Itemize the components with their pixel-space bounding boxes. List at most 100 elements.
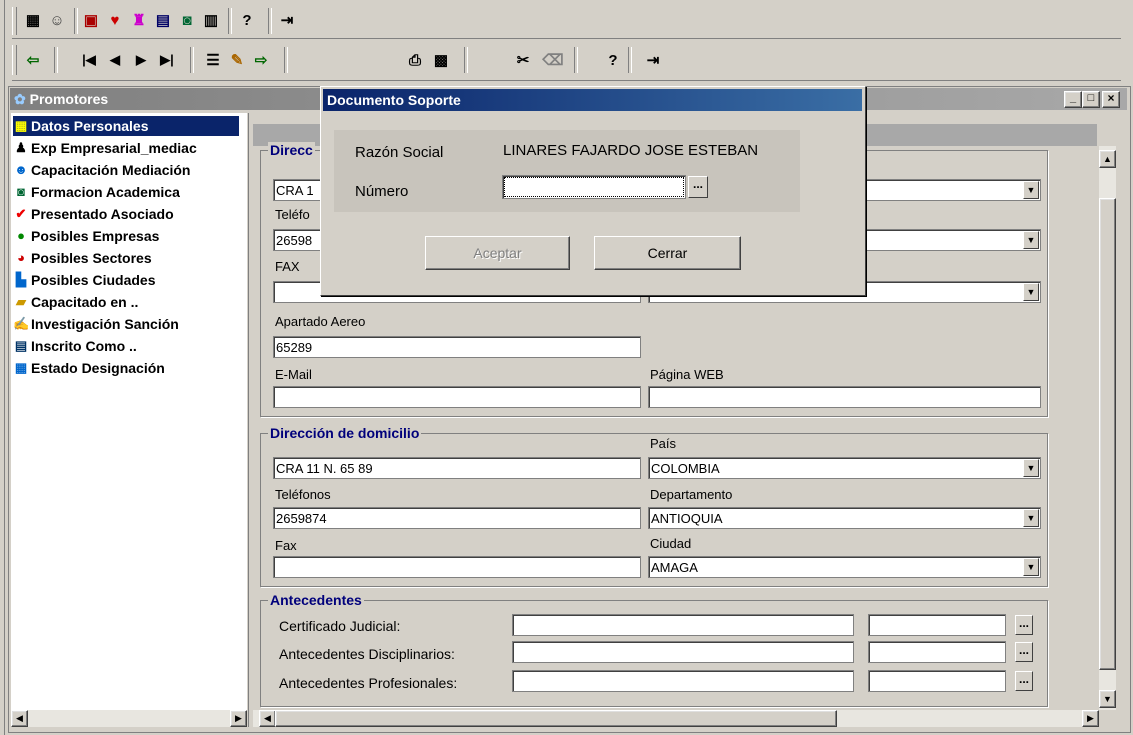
email-label: E-Mail	[275, 367, 312, 382]
minimize-button[interactable]: _	[1064, 91, 1082, 108]
person-icon[interactable]: ☺	[46, 9, 68, 31]
chevron-down-icon[interactable]: ▼	[1023, 459, 1039, 477]
nav-item-label: Posibles Ciudades	[31, 272, 156, 288]
card-icon: ▤	[14, 338, 28, 353]
grid-icon[interactable]: ▦	[22, 9, 44, 31]
next-record-icon[interactable]: ▶	[130, 49, 152, 71]
razon-social-value: LINARES FAJARDO JOSE ESTEBAN	[503, 142, 759, 159]
disciplinary-label: Antecedentes Disciplinarios:	[279, 646, 455, 662]
cut-icon[interactable]: ✂	[512, 49, 534, 71]
scroll-right-icon[interactable]: ▶	[230, 710, 247, 727]
judicial-cert-label: Certificado Judicial:	[279, 618, 401, 634]
web-input[interactable]	[648, 386, 1041, 408]
dialog-title: Documento Soporte	[327, 92, 461, 108]
home-address-input[interactable]: CRA 11 N. 65 89	[273, 457, 641, 479]
nav-item-presentado-asociado[interactable]: ✔ Presentado Asociado	[13, 204, 174, 224]
chevron-down-icon[interactable]: ▼	[1023, 558, 1039, 576]
mask-icon[interactable]: ♥	[104, 9, 126, 31]
chevron-down-icon[interactable]: ▼	[1023, 231, 1039, 249]
city-icon: ▙	[16, 272, 26, 287]
disciplinary-input[interactable]	[512, 641, 854, 663]
close-window-button[interactable]: ×	[1102, 91, 1120, 108]
nav-item-capacitado-en[interactable]: ▰ Capacitado en ..	[13, 292, 138, 312]
scroll-left-icon[interactable]: ◀	[259, 710, 276, 727]
home-dept-label: Departamento	[650, 487, 733, 502]
list-icon[interactable]: ☰	[202, 49, 224, 71]
background-group-title: Antecedentes	[268, 592, 364, 608]
nav-item-label: Presentado Asociado	[31, 206, 174, 222]
disciplinary-date-input[interactable]	[868, 641, 1006, 663]
trophy-icon[interactable]: ♜	[128, 9, 150, 31]
home-fax-input[interactable]	[273, 556, 641, 578]
nav-item-datos-personales[interactable]: ▦ Datos Personales	[13, 116, 239, 136]
nav-item-exp-empresarial[interactable]: ♟ Exp Empresarial_mediac	[13, 138, 197, 158]
nav-item-label: Capacitación Mediación	[31, 162, 191, 178]
professional-input[interactable]	[512, 670, 854, 692]
home-phones-input[interactable]: 2659874	[273, 507, 641, 529]
exit-icon[interactable]: ⇥	[642, 49, 664, 71]
edit-icon[interactable]: ✎	[226, 49, 248, 71]
print-icon[interactable]: ⎙	[404, 49, 426, 71]
help-icon[interactable]: ?	[602, 49, 624, 71]
aceptar-button[interactable]: Aceptar	[425, 236, 570, 270]
home-city-label: Ciudad	[650, 536, 692, 551]
scroll-left-icon[interactable]: ◀	[11, 710, 28, 727]
form-horizontal-scrollbar[interactable]: ◀ ▶	[253, 710, 1099, 727]
book-icon[interactable]: ◙	[176, 9, 198, 31]
numero-input[interactable]	[502, 175, 686, 199]
judicial-cert-date-input[interactable]	[868, 614, 1006, 636]
chevron-down-icon[interactable]: ▼	[1023, 181, 1039, 199]
professional-browse-button[interactable]: ...	[1015, 671, 1033, 691]
toolbar-separator	[54, 47, 58, 73]
email-input[interactable]	[273, 386, 641, 408]
app-frame	[0, 0, 5, 735]
home-city-value: AMAGA	[651, 560, 698, 575]
professional-date-input[interactable]	[868, 670, 1006, 692]
nav-item-label: Estado Designación	[31, 360, 165, 376]
nav-item-formacion-academica[interactable]: ◙ Formacion Academica	[13, 182, 180, 202]
disciplinary-browse-button[interactable]: ...	[1015, 642, 1033, 662]
chevron-down-icon[interactable]: ▼	[1023, 283, 1039, 301]
enter-icon[interactable]: ⇨	[250, 49, 272, 71]
judicial-cert-input[interactable]	[512, 614, 854, 636]
notepad-icon: ✍	[13, 316, 30, 331]
chevron-down-icon[interactable]: ▼	[1023, 509, 1039, 527]
toolbar-navigation: ⇦ |◀ ◀ ▶ ▶| ☰ ✎ ⇨ ⎙ ▩ ✂ ⌫ ? ⇥	[12, 40, 1121, 81]
nav-horizontal-scrollbar[interactable]: ◀ ▶	[11, 710, 247, 727]
toolbar-grip[interactable]	[12, 45, 17, 75]
nav-item-inscrito-como[interactable]: ▤ Inscrito Como ..	[13, 336, 137, 356]
window-title-text: Promotores	[29, 91, 109, 107]
home-country-select[interactable]: COLOMBIA ▼	[648, 457, 1041, 479]
scroll-up-icon[interactable]: ▲	[1099, 150, 1116, 168]
save-icon[interactable]: ▩	[430, 49, 452, 71]
scroll-thumb[interactable]	[1099, 198, 1116, 670]
scroll-right-icon[interactable]: ▶	[1082, 710, 1099, 727]
toolbar-grip[interactable]	[12, 7, 17, 35]
nav-item-capacitacion-mediacion[interactable]: ☻ Capacitación Mediación	[13, 160, 190, 180]
scroll-down-icon[interactable]: ▼	[1099, 690, 1116, 708]
back-icon[interactable]: ⇦	[22, 49, 44, 71]
first-record-icon[interactable]: |◀	[78, 49, 100, 71]
sheet-icon[interactable]: ▥	[200, 9, 222, 31]
nav-item-posibles-empresas[interactable]: ● Posibles Empresas	[13, 226, 159, 246]
form-vertical-scrollbar[interactable]: ▲ ▼	[1099, 146, 1116, 710]
form-icon[interactable]: ▤	[152, 9, 174, 31]
cerrar-button[interactable]: Cerrar	[594, 236, 741, 270]
home-city-select[interactable]: AMAGA ▼	[648, 556, 1041, 578]
po-box-input[interactable]: 65289	[273, 336, 641, 358]
scroll-thumb[interactable]	[275, 710, 837, 727]
calendar-icon[interactable]: ▣	[80, 9, 102, 31]
exit-icon[interactable]: ⇥	[276, 9, 298, 31]
judicial-cert-browse-button[interactable]: ...	[1015, 615, 1033, 635]
nav-item-posibles-ciudades[interactable]: ▙ Posibles Ciudades	[13, 270, 155, 290]
nav-item-estado-designacion[interactable]: ▦ Estado Designación	[13, 358, 165, 378]
nav-item-posibles-sectores[interactable]: ◕ Posibles Sectores	[13, 248, 152, 268]
home-dept-select[interactable]: ANTIOQUIA ▼	[648, 507, 1041, 529]
last-record-icon[interactable]: ▶|	[156, 49, 178, 71]
erase-icon[interactable]: ⌫	[542, 49, 564, 71]
maximize-button[interactable]: □	[1082, 91, 1100, 108]
previous-record-icon[interactable]: ◀	[104, 49, 126, 71]
help-icon[interactable]: ?	[236, 9, 258, 31]
numero-browse-button[interactable]: ...	[688, 176, 708, 198]
nav-item-investigacion-sancion[interactable]: ✍ Investigación Sanción	[13, 314, 179, 334]
